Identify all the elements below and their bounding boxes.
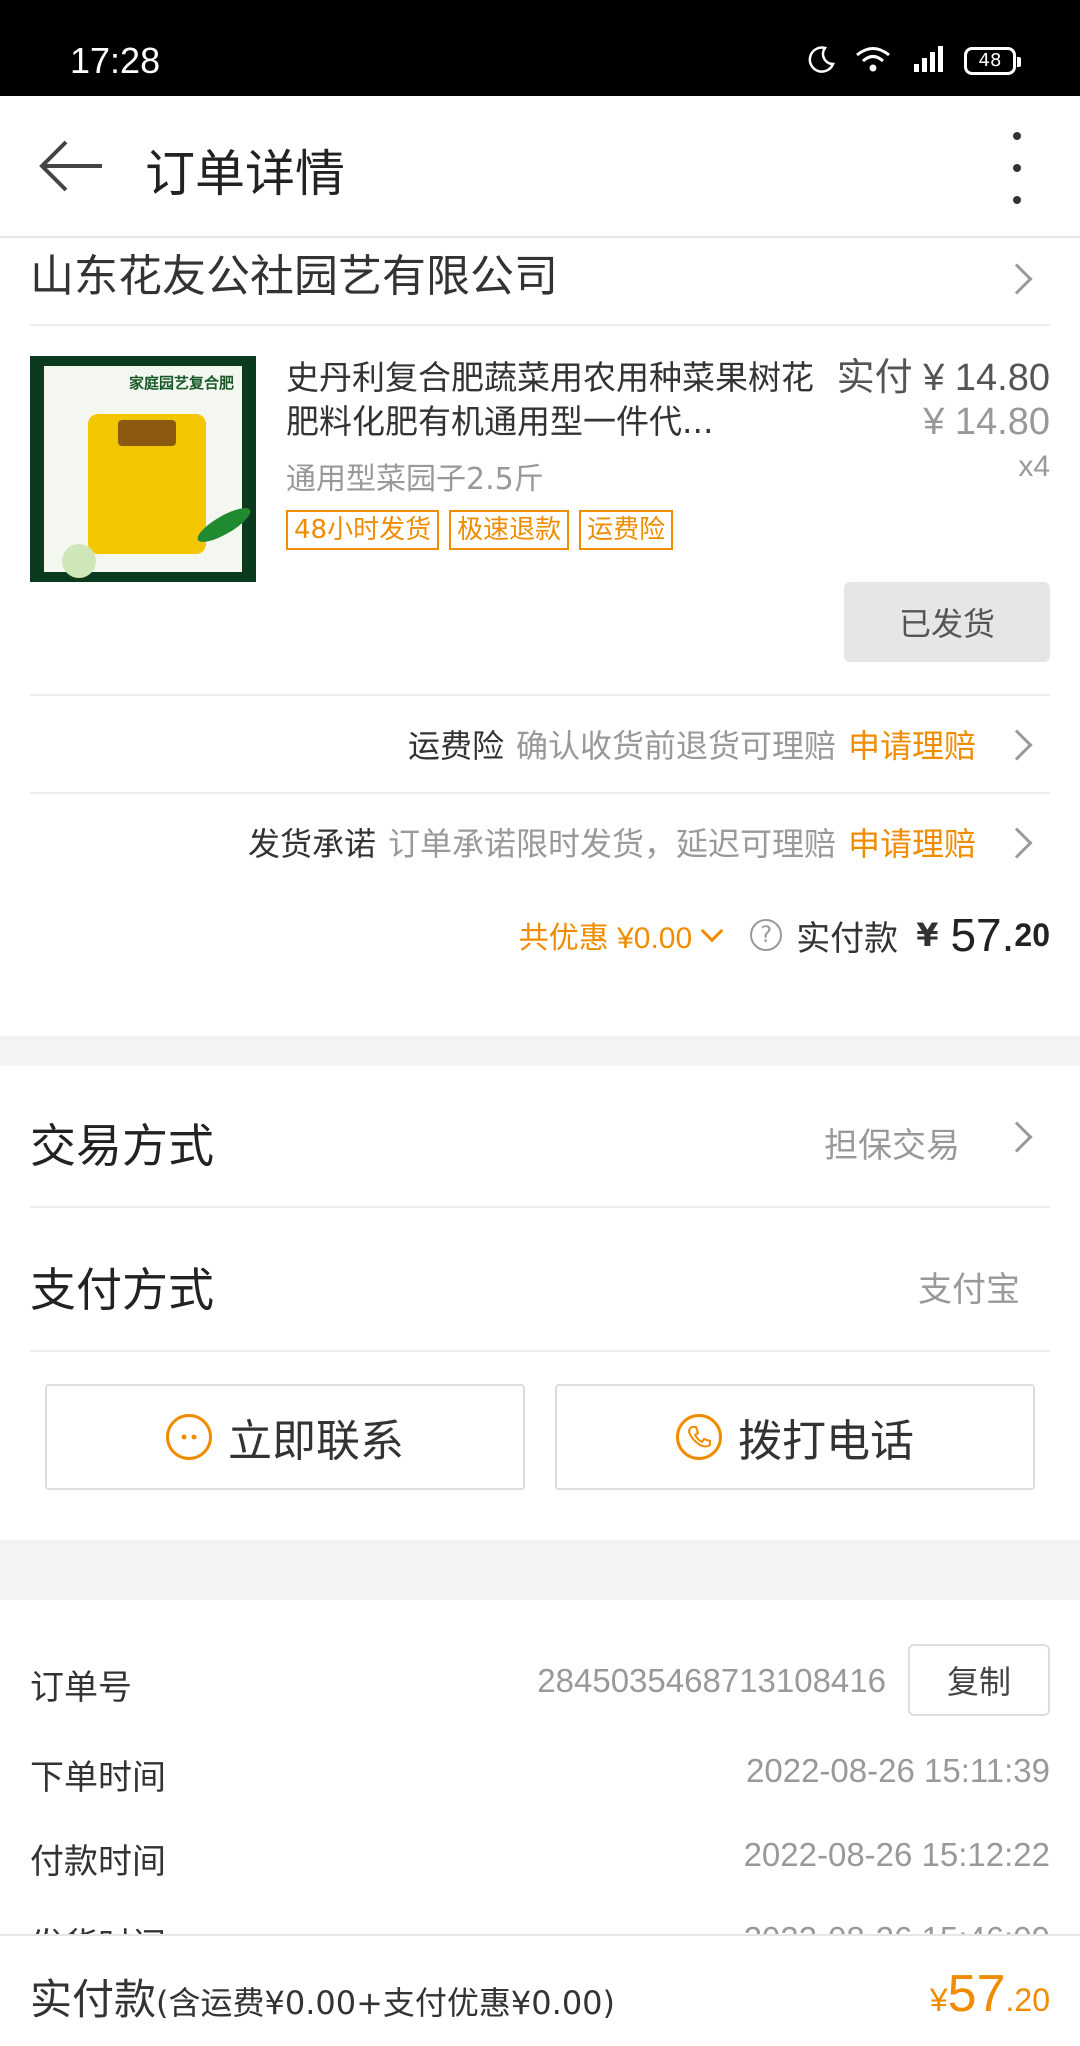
product-item[interactable]: 家庭园艺复合肥 史丹利复合肥蔬菜用农用种菜果树花肥料化肥有机通用型一件代... … [30,356,1050,691]
placed-time-label: 下单时间 [30,1758,166,1798]
claim-link[interactable]: 申请理赔 [848,721,976,767]
help-icon[interactable]: ? [750,919,783,951]
chevron-right-icon [1001,263,1033,295]
product-tags: 48小时发货 极速退款 运费险 [286,510,816,550]
product-spec: 通用型菜园子2.5斤 [286,462,544,497]
order-number-value: 2845035468713108416 [537,1662,886,1699]
order-total: 共优惠 ¥0.00 ? 实付款 ¥ 57. 20 [30,900,1050,970]
chevron-right-icon [1001,1121,1033,1153]
back-arrow-icon[interactable] [36,136,106,196]
contact-seller-label: 立即联系 [228,1416,404,1467]
wifi-icon [854,44,892,78]
paid-label: 实付 [836,357,913,399]
total-currency: ¥ [916,916,939,954]
status-icons: 48 [806,42,1021,79]
shop-row[interactable]: 山东花友公社园艺有限公司 [30,240,1050,326]
tag-shipping-insurance: 运费险 [579,510,674,550]
section-divider [0,1036,1080,1066]
bottom-label: 实付款 [30,1975,157,2024]
chevron-right-icon [1001,827,1033,859]
trade-method-label: 交易方式 [30,1119,214,1173]
call-seller-label: 拨打电话 [738,1416,914,1467]
product-thumbnail[interactable]: 家庭园艺复合肥 [30,356,256,582]
claim-link[interactable]: 申请理赔 [848,819,976,865]
tag-48h-shipping: 48小时发货 [286,510,440,550]
delivery-promise-row[interactable]: 发货承诺 订单承诺限时发货，延迟可理赔 申请理赔 [30,792,1050,890]
original-price: ¥ 14.80 [923,401,1050,443]
moon-icon [806,44,836,78]
total-amount-dec: 20 [1014,916,1050,953]
paid-time-label: 付款时间 [30,1842,166,1882]
status-time: 17:28 [70,40,161,81]
bottom-amount-int: 57 [947,1965,1006,2023]
tag-fast-refund: 极速退款 [449,510,570,550]
shop-name: 山东花友公社园艺有限公司 [30,251,558,302]
battery-icon: 48 [964,46,1021,75]
copy-button[interactable]: 复制 [908,1644,1050,1716]
trade-method-row[interactable]: 交易方式 担保交易 [30,1066,1050,1208]
bottom-currency: ¥ [929,1982,948,2018]
section-divider [0,1540,1080,1600]
bottom-total-amount: ¥57.20 [930,1964,1050,2024]
total-label: 实付款 [796,918,899,959]
shipping-insurance-row[interactable]: 运费险 确认收货前退货可理赔 申请理赔 [30,694,1050,792]
payment-method-label: 支付方式 [30,1263,214,1317]
contact-seller-button[interactable]: 立即联系 [45,1384,525,1490]
app-header: 订单详情 [0,96,1080,238]
payment-method-row: 支付方式 支付宝 [30,1208,1050,1352]
order-paid-row: 付款时间 2022-08-26 15:12:22 [30,1818,1050,1898]
product-title: 史丹利复合肥蔬菜用农用种菜果树花肥料化肥有机通用型一件代... [286,358,814,441]
more-menu-icon[interactable] [1012,132,1022,204]
service-desc: 确认收货前退货可理赔 [515,727,836,765]
phone-icon [676,1414,722,1460]
thumbnail-banner: 家庭园艺复合肥 [128,374,234,392]
bottom-detail: (含运费¥0.00+支付优惠¥0.00) [156,1984,616,2022]
chat-icon [166,1414,212,1460]
payment-method-value: 支付宝 [918,1270,1020,1310]
bottom-total-label: 实付款(含运费¥0.00+支付优惠¥0.00) [30,1966,615,2027]
chevron-right-icon [1001,729,1033,761]
order-placed-row: 下单时间 2022-08-26 15:11:39 [30,1734,1050,1814]
signal-icon [910,42,946,79]
paid-time-value: 2022-08-26 15:12:22 [743,1836,1050,1873]
order-number-label: 订单号 [30,1668,132,1708]
bottom-amount-dec: .20 [1005,1982,1050,2018]
paid-price: ¥ 14.80 [923,357,1050,399]
order-number-row: 订单号 2845035468713108416 复制 [30,1644,1050,1724]
quantity: x4 [1018,450,1050,483]
placed-time-value: 2022-08-26 15:11:39 [746,1752,1050,1789]
service-desc: 订单承诺限时发货，延迟可理赔 [387,825,836,863]
service-label: 运费险 [407,727,504,765]
product-price: 实付 ¥ 14.80 ¥ 14.80 x4 [837,356,1050,484]
product-info: 史丹利复合肥蔬菜用农用种菜果树花肥料化肥有机通用型一件代... 通用型菜园子2.… [286,356,816,550]
status-bar: 17:28 48 [0,0,1080,96]
service-label: 发货承诺 [247,825,376,863]
page-title: 订单详情 [145,145,345,203]
bottom-summary-bar: 实付款(含运费¥0.00+支付优惠¥0.00) ¥57.20 [0,1934,1080,2046]
trade-method-value: 担保交易 [824,1126,960,1166]
chevron-down-icon[interactable] [700,919,724,943]
total-amount-int: 57. [950,909,1015,961]
shipped-status-button[interactable]: 已发货 [844,582,1050,662]
call-seller-button[interactable]: 拨打电话 [555,1384,1035,1490]
discount-summary[interactable]: 共优惠 ¥0.00 [519,913,692,957]
